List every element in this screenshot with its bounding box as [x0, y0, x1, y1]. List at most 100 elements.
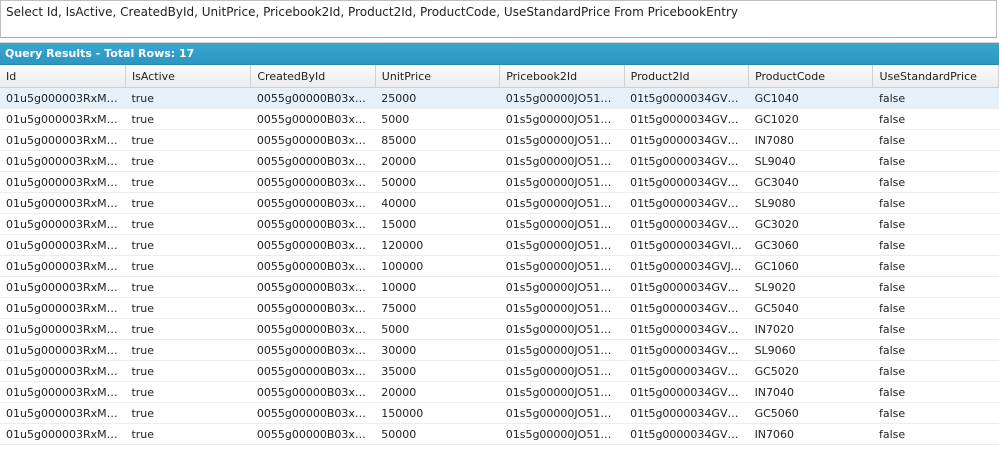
cell-productcode: IN7020: [748, 318, 873, 340]
cell-id: 01u5g000003RxMiAAK: [0, 192, 126, 214]
cell-product2id: 01t5g0000034GVDAA2: [624, 129, 749, 151]
table-row[interactable]: 01u5g000003RxMqAAK true 0055g00000B03xGA…: [0, 360, 999, 382]
soql-query-editor[interactable]: Select Id, IsActive, CreatedById, UnitPr…: [0, 0, 997, 38]
cell-product2id: 01t5g0000034GVNAA2: [624, 339, 749, 361]
cell-unitprice: 75000: [375, 297, 500, 319]
cell-createdbyid: 0055g00000B03xGAAR: [250, 297, 376, 319]
table-row[interactable]: 01u5g000003RxMtAAK true 0055g00000B03xGA…: [0, 423, 999, 445]
table-row[interactable]: 01u5g000003RxMkAAK true 0055g00000B03xGA…: [0, 234, 999, 256]
cell-id: 01u5g000003RxMqAAK: [0, 360, 126, 382]
column-header-createdbyid[interactable]: CreatedById: [250, 65, 376, 88]
cell-product2id: 01t5g0000034GVQAA2: [624, 402, 749, 424]
cell-product2id: 01t5g0000034GVIAA2: [624, 234, 749, 256]
cell-unitprice: 50000: [375, 423, 500, 445]
cell-id: 01u5g000003RxMeAAK: [0, 108, 126, 130]
cell-unitprice: 35000: [375, 360, 500, 382]
cell-isactive: true: [125, 297, 251, 319]
cell-usestandardprice: false: [872, 339, 999, 361]
column-header-pricebook2id[interactable]: Pricebook2Id: [499, 65, 625, 88]
cell-pricebook2id: 01s5g00000JO516AAD: [499, 297, 625, 319]
cell-usestandardprice: false: [872, 381, 999, 403]
cell-id: 01u5g000003RxMnAAK: [0, 297, 126, 319]
table-row[interactable]: 01u5g000003RxMoAAK true 0055g00000B03xGA…: [0, 318, 999, 340]
table-row[interactable]: 01u5g000003RxMpAAK true 0055g00000B03xGA…: [0, 339, 999, 361]
cell-unitprice: 50000: [375, 171, 500, 193]
cell-isactive: true: [125, 87, 251, 109]
cell-product2id: 01t5g0000034GVJAA2: [624, 255, 749, 277]
cell-isactive: true: [125, 108, 251, 130]
cell-createdbyid: 0055g00000B03xGAAR: [250, 381, 376, 403]
cell-product2id: 01t5g0000034GVEAA2: [624, 150, 749, 172]
table-row[interactable]: 01u5g000003RxMlAAK true 0055g00000B03xGA…: [0, 255, 999, 277]
cell-productcode: GC5020: [748, 360, 873, 382]
column-header-row: Id IsActive CreatedById UnitPrice Priceb…: [0, 65, 999, 88]
cell-createdbyid: 0055g00000B03xGAAR: [250, 192, 376, 214]
cell-pricebook2id: 01s5g00000JO516AAD: [499, 423, 625, 445]
cell-productcode: SL9040: [748, 150, 873, 172]
soql-query-text: Select Id, IsActive, CreatedById, UnitPr…: [6, 5, 739, 19]
cell-unitprice: 120000: [375, 234, 500, 256]
cell-product2id: 01t5g0000034GVFAA2: [624, 171, 749, 193]
cell-isactive: true: [125, 423, 251, 445]
column-header-productcode[interactable]: ProductCode: [748, 65, 874, 88]
cell-unitprice: 5000: [375, 108, 500, 130]
cell-id: 01u5g000003RxMkAAK: [0, 234, 126, 256]
cell-usestandardprice: false: [872, 87, 999, 109]
cell-usestandardprice: false: [872, 402, 999, 424]
cell-id: 01u5g000003RxMmA...: [0, 276, 126, 298]
cell-createdbyid: 0055g00000B03xGAAR: [250, 360, 376, 382]
cell-unitprice: 150000: [375, 402, 500, 424]
cell-pricebook2id: 01s5g00000JO516AAD: [499, 87, 625, 109]
cell-pricebook2id: 01s5g00000JO516AAD: [499, 192, 625, 214]
table-row[interactable]: 01u5g000003RxMeAAK true 0055g00000B03xGA…: [0, 108, 999, 130]
table-row[interactable]: 01u5g000003RxMmA... true 0055g00000B03xG…: [0, 276, 999, 298]
cell-id: 01u5g000003RxMsAAK: [0, 402, 126, 424]
cell-id: 01u5g000003RxMdAAK: [0, 87, 126, 109]
cell-createdbyid: 0055g00000B03xGAAR: [250, 150, 376, 172]
column-header-unitprice[interactable]: UnitPrice: [375, 65, 501, 88]
table-row[interactable]: 01u5g000003RxMfAAK true 0055g00000B03xGA…: [0, 129, 999, 151]
cell-unitprice: 10000: [375, 276, 500, 298]
cell-isactive: true: [125, 402, 251, 424]
cell-product2id: 01t5g0000034GVCAA2: [624, 108, 749, 130]
table-row[interactable]: 01u5g000003RxMiAAK true 0055g00000B03xGA…: [0, 192, 999, 214]
cell-id: 01u5g000003RxMlAAK: [0, 255, 126, 277]
cell-id: 01u5g000003RxMpAAK: [0, 339, 126, 361]
cell-createdbyid: 0055g00000B03xGAAR: [250, 402, 376, 424]
table-row[interactable]: 01u5g000003RxMdAAK true 0055g00000B03xGA…: [0, 87, 999, 109]
table-row[interactable]: 01u5g000003RxMrAAK true 0055g00000B03xGA…: [0, 381, 999, 403]
cell-productcode: GC1020: [748, 108, 873, 130]
cell-unitprice: 15000: [375, 213, 500, 235]
column-header-id[interactable]: Id: [0, 65, 126, 88]
cell-usestandardprice: false: [872, 171, 999, 193]
column-header-product2id[interactable]: Product2Id: [624, 65, 750, 88]
cell-productcode: SL9060: [748, 339, 873, 361]
table-row[interactable]: 01u5g000003RxMgAAK true 0055g00000B03xGA…: [0, 150, 999, 172]
cell-pricebook2id: 01s5g00000JO516AAD: [499, 318, 625, 340]
cell-id: 01u5g000003RxMgAAK: [0, 150, 126, 172]
table-row[interactable]: 01u5g000003RxMsAAK true 0055g00000B03xGA…: [0, 402, 999, 424]
results-body: 01u5g000003RxMdAAK true 0055g00000B03xGA…: [0, 87, 999, 445]
cell-product2id: 01t5g0000034GVRAA2: [624, 423, 749, 445]
cell-pricebook2id: 01s5g00000JO516AAD: [499, 129, 625, 151]
table-row[interactable]: 01u5g000003RxMjAAK true 0055g00000B03xGA…: [0, 213, 999, 235]
cell-createdbyid: 0055g00000B03xGAAR: [250, 255, 376, 277]
column-header-isactive[interactable]: IsActive: [125, 65, 252, 88]
cell-id: 01u5g000003RxMtAAK: [0, 423, 126, 445]
cell-product2id: 01t5g0000034GVPAA2: [624, 381, 749, 403]
results-table: Id IsActive CreatedById UnitPrice Priceb…: [0, 65, 999, 445]
column-header-usestandardprice[interactable]: UseStandardPrice: [872, 65, 999, 88]
cell-createdbyid: 0055g00000B03xGAAR: [250, 339, 376, 361]
cell-productcode: GC1040: [748, 87, 873, 109]
cell-productcode: GC5060: [748, 402, 873, 424]
query-results-panel: Query Results - Total Rows: 17 Id IsActi…: [0, 42, 999, 450]
cell-productcode: GC3040: [748, 171, 873, 193]
cell-usestandardprice: false: [872, 423, 999, 445]
table-row[interactable]: 01u5g000003RxMnAAK true 0055g00000B03xGA…: [0, 297, 999, 319]
cell-product2id: 01t5g0000034GVLAA2: [624, 297, 749, 319]
cell-pricebook2id: 01s5g00000JO516AAD: [499, 402, 625, 424]
cell-isactive: true: [125, 318, 251, 340]
table-row[interactable]: 01u5g000003RxMhAAK true 0055g00000B03xGA…: [0, 171, 999, 193]
cell-productcode: IN7040: [748, 381, 873, 403]
cell-createdbyid: 0055g00000B03xGAAR: [250, 234, 376, 256]
